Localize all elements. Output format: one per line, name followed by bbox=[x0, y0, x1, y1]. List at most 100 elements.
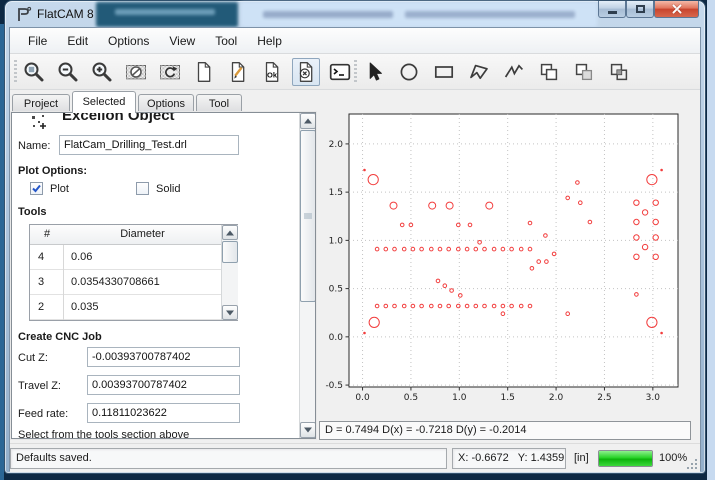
command-shell-button[interactable] bbox=[326, 58, 354, 86]
toolbar: Ok bbox=[10, 54, 700, 90]
svg-text:1.5: 1.5 bbox=[501, 393, 515, 403]
select-tool-button[interactable] bbox=[360, 58, 388, 86]
column-header-number[interactable]: # bbox=[30, 225, 64, 245]
table-scroll-up-button[interactable] bbox=[222, 225, 238, 240]
feed-rate-label: Feed rate: bbox=[18, 408, 68, 420]
tool-number: 2 bbox=[30, 295, 64, 320]
menu-view[interactable]: View bbox=[159, 30, 205, 52]
name-input[interactable] bbox=[59, 135, 239, 155]
panel-scrollbar-thumb[interactable] bbox=[300, 130, 316, 302]
svg-text:1.0: 1.0 bbox=[329, 236, 344, 246]
zoom-fit-button[interactable] bbox=[20, 58, 48, 86]
clear-plot-button[interactable] bbox=[122, 58, 150, 86]
table-scroll-down-button[interactable] bbox=[222, 305, 238, 320]
svg-text:2.0: 2.0 bbox=[549, 393, 564, 403]
flatcam-window: FlatCAM 8 File Edit Options View Tool He… bbox=[4, 0, 706, 474]
tab-selected[interactable]: Selected bbox=[72, 91, 136, 113]
tools-table: # Diameter 4 0.06 3 0.0354330708661 2 0.… bbox=[29, 224, 238, 321]
cnc-heading: Create CNC Job bbox=[18, 331, 102, 343]
edit-drawing-button[interactable] bbox=[224, 58, 252, 86]
progress-percent-label: 100% bbox=[659, 452, 687, 464]
tool-number: 4 bbox=[30, 245, 64, 270]
tool-row[interactable]: 4 0.06 bbox=[30, 245, 221, 270]
solid-checkbox-label[interactable]: Solid bbox=[156, 183, 180, 195]
status-bar: Defaults saved. X: -0.6672 Y: 1.4359 [in… bbox=[10, 443, 700, 472]
tool-row[interactable]: 2 0.035 bbox=[30, 295, 221, 320]
table-scrollbar[interactable] bbox=[221, 225, 238, 320]
svg-text:0.0: 0.0 bbox=[329, 333, 344, 343]
titlebar-glass-streak2 bbox=[405, 11, 575, 18]
svg-text:2.0: 2.0 bbox=[329, 140, 344, 150]
excellon-object-icon bbox=[31, 114, 47, 130]
tool-diameter: 0.06 bbox=[64, 245, 221, 270]
svg-text:3.0: 3.0 bbox=[646, 393, 661, 403]
menu-edit[interactable]: Edit bbox=[57, 30, 98, 52]
cancel-edit-button[interactable] bbox=[292, 58, 320, 86]
tool-diameter: 0.035 bbox=[64, 295, 221, 320]
cut-z-input[interactable] bbox=[87, 347, 240, 367]
draw-circle-button[interactable] bbox=[395, 58, 423, 86]
svg-text:2.5: 2.5 bbox=[597, 393, 611, 403]
subtract-button[interactable] bbox=[570, 58, 598, 86]
maximize-button[interactable] bbox=[626, 1, 654, 18]
new-project-button[interactable] bbox=[190, 58, 218, 86]
toolbar-drag-handle[interactable] bbox=[14, 60, 17, 83]
close-icon bbox=[671, 3, 683, 15]
status-message: Defaults saved. bbox=[10, 448, 447, 469]
column-header-diameter[interactable]: Diameter bbox=[64, 225, 221, 245]
screen: FlatCAM 8 File Edit Options View Tool He… bbox=[0, 0, 715, 480]
zoom-in-button[interactable] bbox=[88, 58, 116, 86]
draw-rectangle-button[interactable] bbox=[430, 58, 458, 86]
draw-path-button[interactable] bbox=[500, 58, 528, 86]
svg-text:0.5: 0.5 bbox=[329, 285, 343, 295]
travel-z-input[interactable] bbox=[87, 375, 240, 395]
panel-scroll-up-button[interactable] bbox=[300, 113, 316, 129]
plot-options-heading: Plot Options: bbox=[18, 165, 87, 177]
cursor-coordinates: X: -0.6672 Y: 1.4359 bbox=[452, 448, 566, 469]
tool-diameter: 0.0354330708661 bbox=[64, 270, 221, 295]
solid-checkbox[interactable] bbox=[136, 182, 149, 195]
client-area: File Edit Options View Tool Help Ok bbox=[9, 27, 701, 471]
menu-options[interactable]: Options bbox=[98, 30, 159, 52]
progress-fill bbox=[599, 451, 652, 466]
svg-text:Ok: Ok bbox=[267, 71, 278, 80]
travel-z-label: Travel Z: bbox=[18, 380, 61, 392]
window-title: FlatCAM 8 bbox=[37, 7, 94, 21]
resize-grip[interactable] bbox=[687, 459, 697, 469]
feed-rate-input[interactable] bbox=[87, 403, 240, 423]
update-drawing-button[interactable]: Ok bbox=[258, 58, 286, 86]
toolbar-drag-handle-2[interactable] bbox=[354, 60, 357, 83]
plot-area[interactable]: 0.00.51.01.52.02.53.0-0.50.00.51.01.52.0 bbox=[319, 95, 693, 421]
drill-plot: 0.00.51.01.52.02.53.0-0.50.00.51.01.52.0 bbox=[319, 95, 693, 421]
svg-text:1.5: 1.5 bbox=[329, 188, 343, 198]
tool-number: 3 bbox=[30, 270, 64, 295]
menu-help[interactable]: Help bbox=[247, 30, 292, 52]
svg-text:-0.5: -0.5 bbox=[325, 381, 343, 391]
plot-checkbox-label[interactable]: Plot bbox=[50, 183, 69, 195]
intersect-button[interactable] bbox=[605, 58, 633, 86]
zoom-out-button[interactable] bbox=[54, 58, 82, 86]
units-label[interactable]: [in] bbox=[574, 452, 589, 464]
menu-tool[interactable]: Tool bbox=[205, 30, 247, 52]
tool-row[interactable]: 3 0.0354330708661 bbox=[30, 270, 221, 295]
draw-polygon-button[interactable] bbox=[465, 58, 493, 86]
minimize-icon bbox=[608, 11, 617, 14]
tools-hint-text: Select from the tools section above bbox=[18, 429, 189, 439]
name-label: Name: bbox=[18, 140, 50, 152]
panel-scroll-down-button[interactable] bbox=[300, 422, 316, 438]
tab-project[interactable]: Project bbox=[12, 94, 70, 113]
menu-bar: File Edit Options View Tool Help bbox=[10, 28, 700, 54]
plot-checkbox[interactable] bbox=[30, 182, 43, 195]
progress-bar bbox=[598, 450, 653, 467]
menu-file[interactable]: File bbox=[18, 30, 57, 52]
cut-z-label: Cut Z: bbox=[18, 352, 48, 364]
tab-tool[interactable]: Tool bbox=[196, 94, 242, 113]
replot-button[interactable] bbox=[156, 58, 184, 86]
close-button[interactable] bbox=[654, 1, 699, 18]
union-button[interactable] bbox=[535, 58, 563, 86]
table-scrollbar-thumb[interactable] bbox=[222, 241, 238, 263]
app-logo-icon bbox=[15, 5, 33, 23]
panel-scrollbar[interactable] bbox=[299, 113, 316, 438]
minimize-button[interactable] bbox=[598, 1, 626, 18]
tab-options[interactable]: Options bbox=[138, 94, 194, 113]
